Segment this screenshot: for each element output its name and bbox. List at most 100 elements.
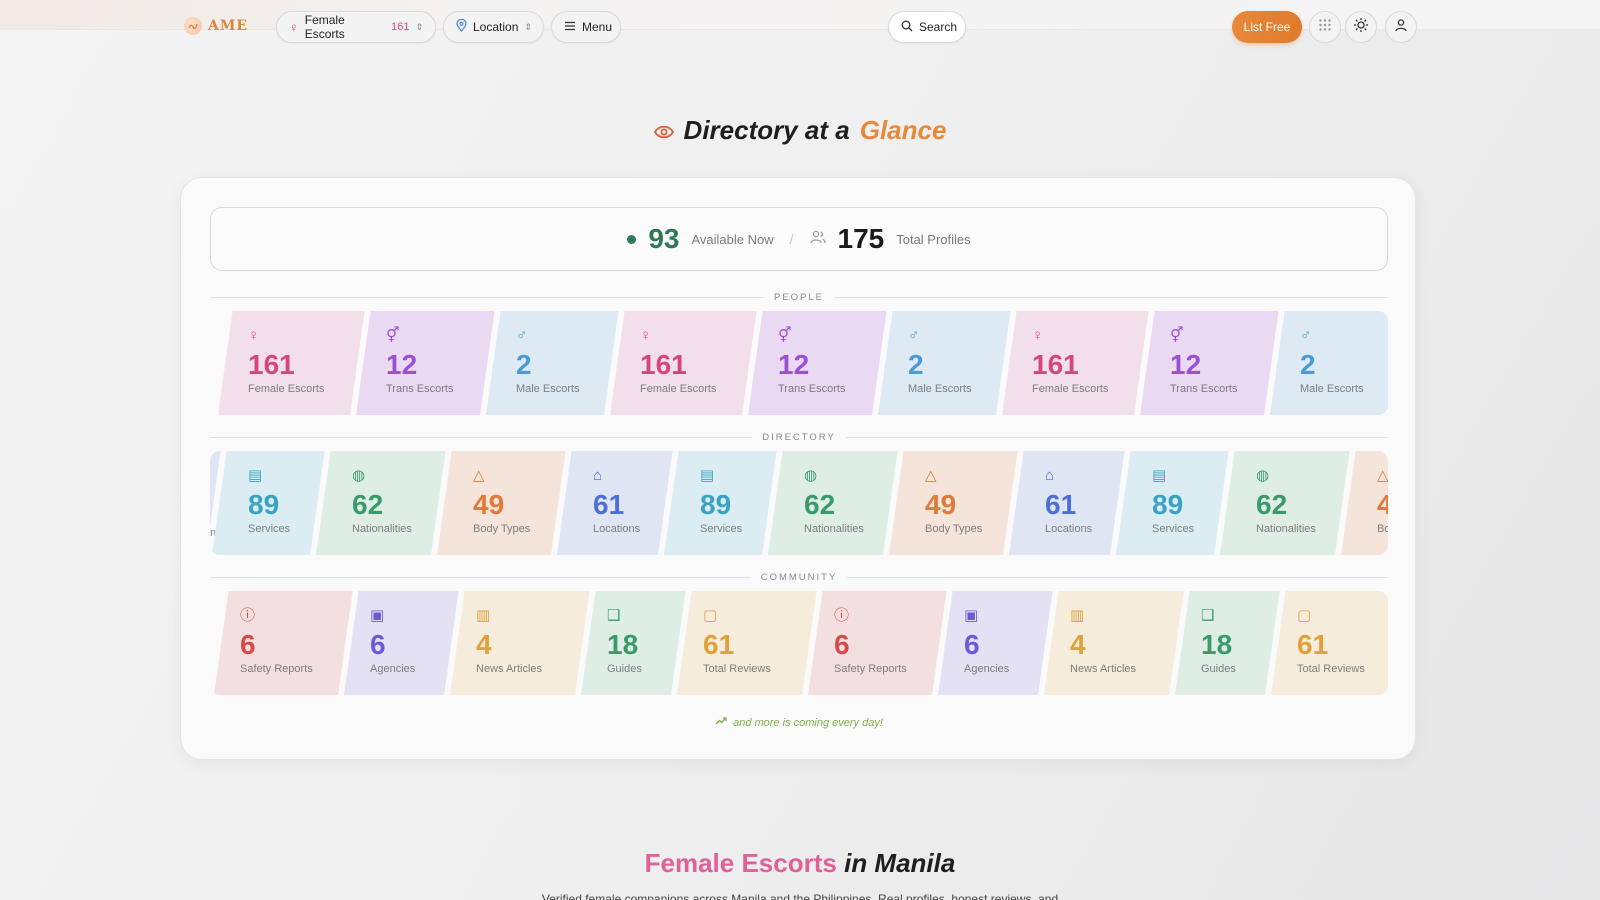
- tile-value: 89: [248, 489, 280, 520]
- location-dropdown[interactable]: Location ⇕: [443, 11, 544, 43]
- globe-icon: ◍: [352, 467, 366, 484]
- stat-tile[interactable]: ▢ 61 Total Reviews: [1297, 591, 1365, 695]
- stat-tile[interactable]: △ 49 Body Types: [1377, 451, 1388, 555]
- stat-tile[interactable]: ▤ 89 Services: [248, 451, 290, 555]
- stat-tile[interactable]: ♀ 161 Female Escorts: [1032, 311, 1108, 415]
- stat-tile[interactable]: ♂ 2 Male Escorts: [908, 311, 972, 415]
- logo-mark-icon: [184, 17, 202, 35]
- people-strip: ♀ 161 Female Escorts ⚥ 12 Trans Escorts ♂ 2 Male…: [210, 311, 1388, 415]
- stat-tile[interactable]: ◍ 62 Nationalities: [352, 451, 412, 555]
- sun-icon: [1353, 17, 1369, 38]
- directory-card: 93 Available Now / 175 Total Profiles PE…: [180, 177, 1416, 760]
- tile-value: 89: [1152, 489, 1184, 520]
- tile-value: 4: [476, 629, 492, 660]
- trans-icon: ⚥: [386, 327, 400, 344]
- female-icon: ♀: [289, 19, 299, 35]
- tile-label: Nationalities: [1256, 523, 1316, 535]
- tile-value: 18: [1201, 629, 1233, 660]
- list-free-button[interactable]: List Free: [1232, 11, 1302, 43]
- stat-tile[interactable]: ⓘ 6 Safety Reports: [834, 591, 907, 695]
- tile-value: 6: [834, 629, 850, 660]
- briefcase-icon: ▤: [248, 467, 263, 484]
- shapes-icon: △: [1377, 467, 1388, 484]
- tile-value: 62: [352, 489, 384, 520]
- tile-label: Nationalities: [804, 523, 864, 535]
- availability-summary: 93 Available Now / 175 Total Profiles: [210, 207, 1388, 271]
- stat-tile[interactable]: △ 49 Body Types: [473, 451, 530, 555]
- tile-value: 49: [1377, 489, 1388, 520]
- tile-label: Locations: [1045, 523, 1093, 535]
- tile-value: 89: [700, 489, 732, 520]
- alert-circle-icon: ⓘ: [834, 607, 850, 624]
- stat-tile[interactable]: ▣ 6 Agencies: [370, 591, 415, 695]
- logo[interactable]: AME: [184, 17, 248, 35]
- heading-prefix: Directory at a: [683, 115, 850, 145]
- tile-label: Services: [700, 523, 743, 535]
- trans-icon: ⚥: [778, 327, 792, 344]
- menu-button[interactable]: Menu: [551, 11, 621, 43]
- tile-value: 61: [1045, 489, 1077, 520]
- section-label-people: PEOPLE: [210, 290, 1388, 304]
- tile-value: 18: [607, 629, 639, 660]
- stat-tile[interactable]: ⌂ 61 Locations: [1045, 451, 1092, 555]
- stat-tile[interactable]: ♀ 161 Female Escorts: [640, 311, 716, 415]
- female-icon: ♀: [248, 327, 260, 344]
- tile-value: 4: [1070, 629, 1086, 660]
- stat-tile[interactable]: ⓘ 6 Safety Reports: [240, 591, 313, 695]
- tile-label: Guides: [1201, 663, 1236, 675]
- stat-tile[interactable]: ◍ 62 Nationalities: [1256, 451, 1316, 555]
- listing-title-accent: Female Escorts: [644, 848, 837, 878]
- tile-value: 62: [804, 489, 836, 520]
- tile-value: 161: [248, 349, 295, 380]
- stat-tile[interactable]: ❑ 18 Guides: [607, 591, 642, 695]
- shapes-icon: △: [473, 467, 485, 484]
- book-open-icon: ❑: [1201, 607, 1215, 624]
- tile-label: Locations: [593, 523, 641, 535]
- heading-accent: Glance: [859, 115, 947, 145]
- trans-icon: ⚥: [1170, 327, 1184, 344]
- user-icon: [1394, 18, 1408, 37]
- account-button[interactable]: [1385, 11, 1417, 43]
- stat-tile[interactable]: ▥ 4 News Articles: [476, 591, 542, 695]
- stat-tile[interactable]: ⚥ 12 Trans Escorts: [778, 311, 845, 415]
- stat-tile[interactable]: △ 49 Body Types: [925, 451, 982, 555]
- tile-value: 12: [1170, 349, 1202, 380]
- stat-tile[interactable]: ♂ 2 Male Escorts: [1300, 311, 1364, 415]
- stat-tile[interactable]: ▤ 89 Services: [1152, 451, 1194, 555]
- logo-text: AME: [208, 18, 249, 34]
- tile-value: 49: [473, 489, 505, 520]
- stat-tile[interactable]: ⌂ 61 Locations: [593, 451, 640, 555]
- book-open-icon: ❑: [607, 607, 621, 624]
- directory-heading: Directory at a Glance: [0, 115, 1600, 146]
- tile-label: News Articles: [476, 663, 543, 675]
- apps-grid-button[interactable]: [1309, 11, 1341, 43]
- stat-tile[interactable]: ♂ 2 Male Escorts: [516, 311, 580, 415]
- tile-label: Guides: [607, 663, 642, 675]
- listing-title-rest: in Manila: [844, 848, 956, 878]
- tile-value: 6: [370, 629, 386, 660]
- stat-tile[interactable]: ▥ 4 News Articles: [1070, 591, 1136, 695]
- hamburger-icon: [564, 20, 576, 34]
- stat-tile[interactable]: ◍ 62 Nationalities: [804, 451, 864, 555]
- chevron-updown-icon: ⇕: [524, 21, 532, 32]
- tile-value: 6: [240, 629, 256, 660]
- newspaper-icon: ▥: [476, 607, 491, 624]
- stat-tile[interactable]: ❑ 18 Guides: [1201, 591, 1236, 695]
- stat-tile[interactable]: ▢ 61 Total Reviews: [703, 591, 771, 695]
- tile-label: Services: [248, 523, 291, 535]
- tile-value: 62: [1256, 489, 1288, 520]
- tile-label: Agencies: [964, 663, 1010, 675]
- tile-label: Services: [1152, 523, 1195, 535]
- stat-tile[interactable]: ▣ 6 Agencies: [964, 591, 1009, 695]
- theme-toggle-button[interactable]: [1345, 11, 1377, 43]
- stat-tile[interactable]: ▤ 89 Services: [700, 451, 742, 555]
- map-pin-icon: [456, 18, 467, 35]
- tile-label: Female Escorts: [640, 383, 717, 395]
- category-dropdown[interactable]: ♀ Female Escorts 161 ⇕: [276, 11, 436, 43]
- tile-value: 161: [1032, 349, 1079, 380]
- stat-tile[interactable]: ⚥ 12 Trans Escorts: [386, 311, 453, 415]
- stat-tile[interactable]: ⚥ 12 Trans Escorts: [1170, 311, 1237, 415]
- search-button[interactable]: Search: [888, 11, 966, 43]
- stat-tile[interactable]: ♀ 161 Female Escorts: [248, 311, 324, 415]
- briefcase-icon: ▤: [700, 467, 715, 484]
